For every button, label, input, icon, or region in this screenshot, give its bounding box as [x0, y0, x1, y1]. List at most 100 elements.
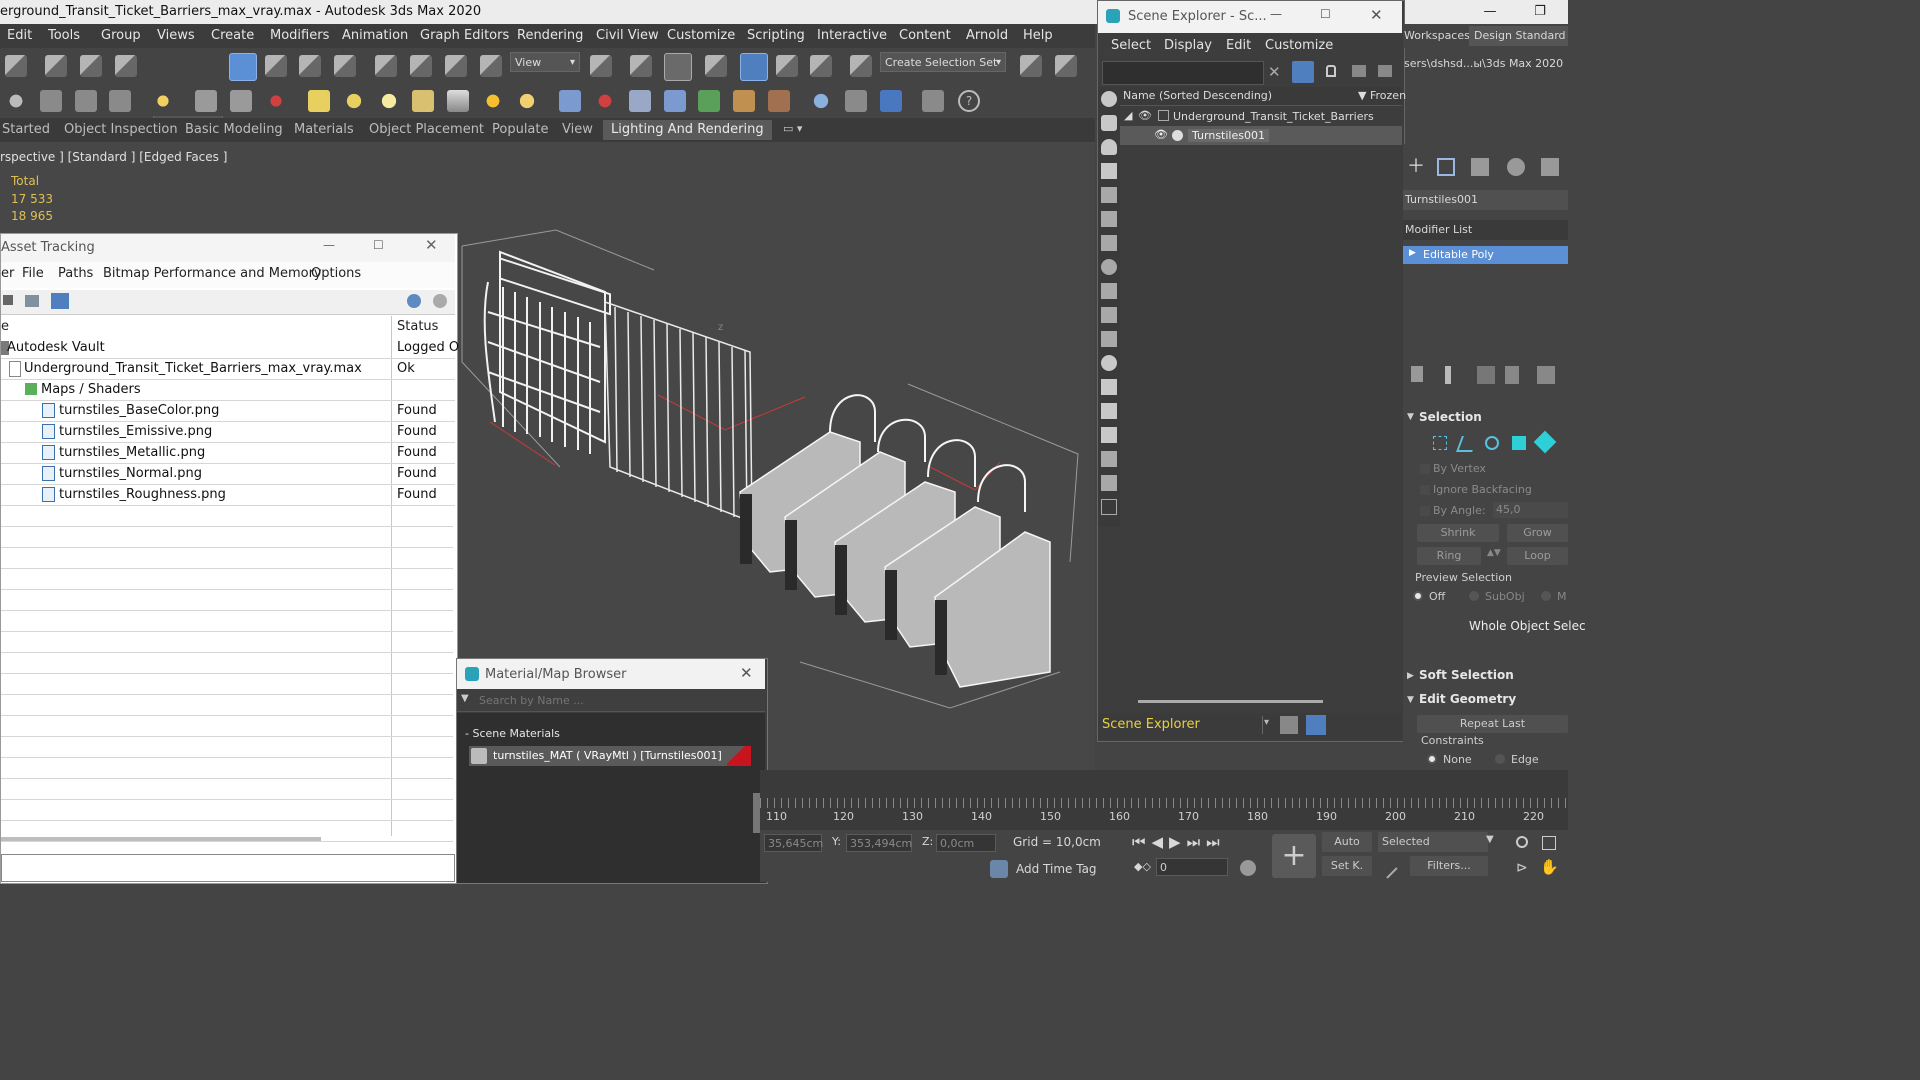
close-button[interactable]: ✕	[740, 664, 753, 682]
col-frozen-header[interactable]: Frozen	[1370, 89, 1406, 102]
vray-ambient-icon[interactable]	[447, 90, 469, 112]
time-config-icon[interactable]	[1240, 860, 1256, 876]
edit-named-selection-icon[interactable]	[850, 55, 872, 77]
add-keys-icon[interactable]: +	[1272, 834, 1316, 878]
minimize-button[interactable]: —	[1475, 2, 1505, 22]
vray-hair-icon[interactable]	[733, 90, 755, 112]
expand-arrow-icon[interactable]: ▶	[1409, 248, 1416, 258]
maximize-button[interactable]: ☐	[373, 238, 384, 252]
ring-button[interactable]: Ring	[1417, 547, 1481, 565]
hierarchy-icon[interactable]	[1352, 65, 1366, 77]
create-tab-icon[interactable]: ＋	[1407, 158, 1425, 176]
table-row[interactable]: Maps / Shaders	[1, 380, 455, 401]
hierarchy-toggle-icon[interactable]	[1306, 715, 1326, 735]
geometry-filter-icon[interactable]	[1101, 91, 1117, 107]
polygon-mode-icon[interactable]	[1512, 436, 1526, 450]
camera-filter-icon[interactable]	[1101, 163, 1117, 179]
ring-spinner-icon[interactable]: ▲▼	[1487, 548, 1501, 558]
menu-animation[interactable]: Animation	[342, 28, 408, 43]
menu-group[interactable]: Group	[101, 28, 141, 43]
tree-item[interactable]: ◢ 👁 Underground_Transit_Ticket_Barriers	[1120, 107, 1402, 126]
rollout-arrow-icon[interactable]: ▼	[1407, 412, 1414, 422]
vray-plane-object-icon[interactable]	[629, 90, 651, 112]
bind-spacewarp-icon[interactable]	[115, 55, 137, 77]
preview-off-radio[interactable]	[1413, 591, 1423, 601]
col-name-header[interactable]: e	[1, 319, 9, 334]
time-tag-icon[interactable]	[990, 860, 1008, 878]
preview-multi-radio[interactable]	[1541, 591, 1551, 601]
zoom-icon[interactable]	[1516, 836, 1528, 848]
scene-search-input[interactable]	[1102, 61, 1264, 85]
border-mode-icon[interactable]	[1485, 436, 1499, 450]
menu-civil-view[interactable]: Civil View	[596, 28, 659, 43]
display-all-icon[interactable]	[1101, 379, 1117, 395]
z-coordinate-field[interactable]: 0,0cm	[936, 834, 996, 852]
horizontal-scrollbar[interactable]	[1, 837, 321, 841]
tab-object-placement[interactable]: Object Placement	[369, 122, 484, 137]
sort-arrow-icon[interactable]: ▼	[1358, 89, 1366, 102]
vray-fur-icon[interactable]	[594, 90, 616, 112]
menu-scripting[interactable]: Scripting	[747, 28, 805, 43]
asset-menu-file[interactable]: File	[22, 266, 44, 281]
table-row[interactable]: turnstiles_Roughness.png Found	[1, 485, 455, 506]
mirror-icon[interactable]	[1020, 55, 1042, 77]
ribbon-options-icon[interactable]: ▭ ▾	[783, 122, 802, 135]
pivot-center-icon[interactable]	[590, 55, 612, 77]
redo-icon[interactable]	[5, 55, 27, 77]
menu-views[interactable]: Views	[157, 28, 195, 43]
key-tangent-icon[interactable]	[1376, 857, 1398, 879]
vray-ies-icon[interactable]	[412, 90, 434, 112]
scene-menu-edit[interactable]: Edit	[1226, 38, 1251, 53]
vray-sphere-light-icon[interactable]	[378, 90, 400, 112]
table-row[interactable]: turnstiles_Emissive.png Found	[1, 422, 455, 443]
ignore-backfacing-checkbox[interactable]	[1420, 485, 1430, 495]
layer-explorer-icon[interactable]	[75, 90, 97, 112]
material-editor-icon[interactable]	[265, 90, 287, 112]
maximize-button[interactable]: ❐	[1525, 2, 1555, 22]
by-angle-checkbox[interactable]	[1420, 506, 1430, 516]
scene-menu-customize[interactable]: Customize	[1265, 38, 1333, 53]
light-lister-icon[interactable]	[152, 90, 174, 112]
move-icon[interactable]	[375, 55, 397, 77]
close-button[interactable]: ✕	[425, 236, 438, 254]
maximize-button[interactable]: ☐	[1320, 7, 1331, 21]
scene-menu-select[interactable]: Select	[1111, 38, 1151, 53]
named-selection-set-dropdown[interactable]: Create Selection Set	[880, 52, 1006, 73]
tab-populate[interactable]: Populate	[492, 122, 549, 137]
menu-customize[interactable]: Customize	[667, 28, 735, 43]
menu-create[interactable]: Create	[211, 28, 254, 43]
scene-materials-group[interactable]: - Scene Materials	[465, 727, 560, 740]
filter-funnel-icon[interactable]	[1101, 451, 1117, 467]
material-item[interactable]: turnstiles_MAT ( VRayMtl ) [Turnstiles00…	[469, 746, 751, 766]
repeat-last-button[interactable]: Repeat Last	[1417, 715, 1568, 733]
selection-rollout-title[interactable]: Selection	[1419, 410, 1482, 424]
pan-hand-icon[interactable]: ✋	[1540, 858, 1559, 876]
explorer-dropdown-icon[interactable]: ▾	[1264, 717, 1269, 728]
filter-toggle-icon[interactable]	[1101, 475, 1117, 491]
current-frame-field[interactable]: 0	[1156, 858, 1228, 876]
configure-sets-icon[interactable]	[1537, 366, 1555, 384]
scene-scrollbar[interactable]	[1138, 700, 1323, 703]
snaps-toggle-icon[interactable]	[705, 55, 727, 77]
table-row[interactable]: turnstiles_Metallic.png Found	[1, 443, 455, 464]
object-name-field[interactable]: Turnstiles001	[1403, 190, 1568, 210]
unlink-icon[interactable]	[80, 55, 102, 77]
invert-display-icon[interactable]	[1101, 427, 1117, 443]
modifier-stack-item[interactable]: ▶ Editable Poly	[1403, 246, 1568, 264]
grow-button[interactable]: Grow	[1507, 524, 1568, 542]
minimize-button[interactable]: —	[323, 238, 335, 252]
col-status-header[interactable]: Status	[397, 319, 438, 334]
edit-geometry-rollout-title[interactable]: Edit Geometry	[1419, 692, 1516, 706]
vray-sky-icon[interactable]	[516, 90, 538, 112]
asset-menu-options[interactable]: Options	[311, 266, 361, 281]
keyboard-shortcut-override-icon[interactable]	[664, 53, 692, 81]
menu-interactive[interactable]: Interactive	[817, 28, 887, 43]
tab-lighting-and-rendering[interactable]: Lighting And Rendering	[603, 120, 772, 140]
element-mode-icon[interactable]	[1533, 430, 1557, 454]
layer-icon[interactable]	[1378, 65, 1392, 77]
list-view-icon[interactable]	[3, 295, 13, 305]
scale-icon[interactable]	[445, 55, 467, 77]
tab-basic-modeling[interactable]: Basic Modeling	[185, 122, 283, 137]
tree-view-icon[interactable]	[25, 295, 39, 307]
group-filter-icon[interactable]	[1101, 235, 1117, 251]
